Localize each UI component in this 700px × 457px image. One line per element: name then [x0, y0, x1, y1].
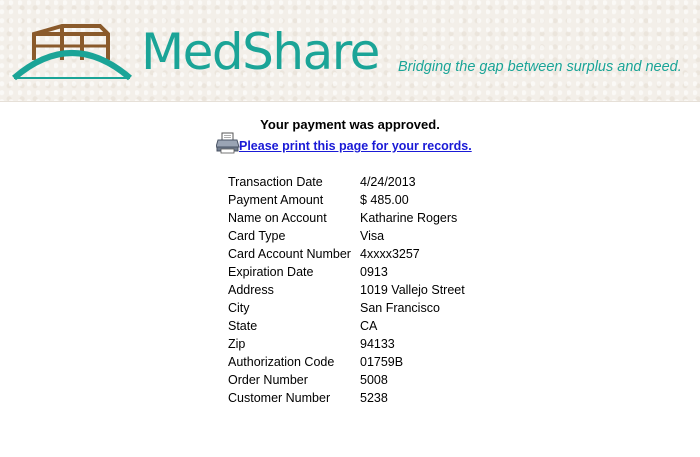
house-bridge-logo-icon	[12, 24, 132, 81]
logo-text: MedShare	[141, 23, 380, 81]
detail-value: $ 485.00	[360, 193, 409, 207]
detail-row: Card Account Number 4xxxx3257	[226, 245, 465, 263]
detail-value: 4/24/2013	[360, 175, 416, 189]
detail-label: Transaction Date	[228, 175, 323, 189]
print-row: Please print this page for your records.	[216, 132, 472, 154]
detail-row: Address 1019 Vallejo Street	[226, 281, 465, 299]
detail-row: Order Number 5008	[226, 371, 465, 389]
detail-row: Payment Amount $ 485.00	[226, 191, 465, 209]
detail-label: Card Type	[228, 229, 286, 243]
detail-row: Authorization Code 01759B	[226, 353, 465, 371]
detail-label: Order Number	[228, 373, 308, 387]
detail-value: 01759B	[360, 355, 404, 369]
detail-row: State CA	[226, 317, 465, 335]
detail-row: Transaction Date 4/24/2013	[226, 173, 465, 191]
detail-label: Payment Amount	[228, 193, 324, 207]
detail-label: State	[228, 319, 258, 333]
detail-label: City	[228, 301, 250, 315]
detail-value: 1019 Vallejo Street	[360, 283, 465, 297]
detail-value: 0913	[360, 265, 388, 279]
tagline: Bridging the gap between surplus and nee…	[398, 59, 682, 75]
detail-label: Expiration Date	[228, 265, 314, 279]
detail-row: Expiration Date 0913	[226, 263, 465, 281]
detail-value: Katharine Rogers	[360, 211, 458, 225]
detail-value: 94133	[360, 337, 395, 351]
detail-label: Name on Account	[228, 211, 327, 225]
detail-value: Visa	[360, 229, 385, 243]
detail-row: Zip 94133	[226, 335, 465, 353]
detail-value: 4xxxx3257	[360, 247, 420, 261]
detail-label: Card Account Number	[228, 247, 351, 261]
approved-message: Your payment was approved.	[260, 117, 440, 132]
detail-value: CA	[360, 319, 378, 333]
payment-details-table: Transaction Date 4/24/2013 Payment Amount $…	[226, 173, 465, 407]
print-page-link[interactable]: Please print this page for your records.	[239, 139, 472, 153]
detail-value: 5008	[360, 373, 388, 387]
detail-row: Customer Number 5238	[226, 389, 465, 407]
printer-icon[interactable]	[216, 132, 240, 154]
detail-row: Card Type Visa	[226, 227, 465, 245]
detail-value: San Francisco	[360, 301, 440, 315]
detail-label: Zip	[228, 337, 246, 351]
detail-row: City San Francisco	[226, 299, 465, 317]
detail-label: Customer Number	[228, 391, 331, 405]
page-header: MedShare Bridging the gap between surplu…	[0, 0, 700, 102]
detail-row: Name on Account Katharine Rogers	[226, 209, 465, 227]
detail-label: Address	[228, 283, 274, 297]
detail-label: Authorization Code	[228, 355, 335, 369]
detail-value: 5238	[360, 391, 388, 405]
